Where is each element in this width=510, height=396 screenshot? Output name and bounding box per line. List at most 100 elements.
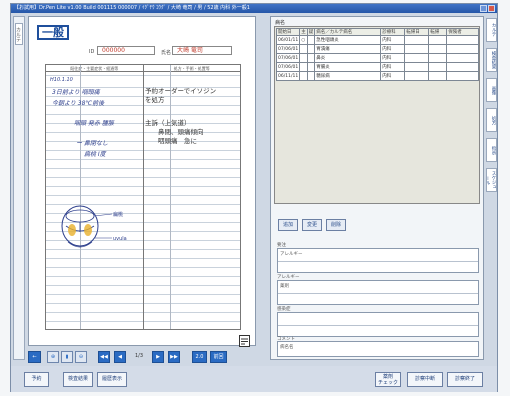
cell [299, 62, 308, 72]
tab-images[interactable]: 画像 [486, 78, 497, 102]
right-column-header: 処方・手術・処置等 [142, 65, 241, 71]
window-title: 【お試用】Dr.Pen Lite v1.00 Build 001115 0000… [14, 5, 250, 11]
patient-id-label: ID [89, 49, 95, 55]
cell: 内科 [380, 44, 406, 54]
cell: 急性咽頭炎 [314, 35, 382, 45]
chart-nav-toolbar: ← ⊕ ▮ ⊖ ◀◀ ◀ 1/3 ▶ ▶▶ 2.0 前回 [28, 351, 256, 363]
column-header: 病名／カルテ病名 [314, 28, 382, 36]
close-icon[interactable] [488, 5, 495, 12]
cell: 07/06/01 [275, 44, 301, 54]
cell [306, 53, 316, 63]
diagnosis-buttons: 追加 変更 削除 [278, 219, 346, 231]
cell [446, 44, 479, 54]
typed-line: を処方 [145, 96, 165, 104]
cell [306, 44, 316, 54]
column-header: 主 [299, 28, 308, 36]
allergy-field[interactable]: 薬剤 [277, 280, 479, 305]
cell [404, 35, 430, 45]
field-sublabel: 薬剤 [280, 284, 289, 289]
tab-prescription[interactable]: 処方 [486, 108, 497, 132]
diagnosis-list[interactable]: 開始日 主 疑 病名／カルテ病名 診療科 転帰日 転帰 保険者 06/01/11… [274, 26, 480, 204]
table-row[interactable]: 07/06/01 鼻炎 内科 [275, 53, 479, 63]
patient-name-field: 大崎 竜司 [172, 46, 232, 55]
zoom-level-button[interactable]: 2.0 [192, 351, 207, 363]
minimize-icon[interactable] [480, 5, 487, 12]
prev-page-button[interactable]: ◀ [114, 351, 126, 363]
cell [306, 71, 316, 81]
cell: 07/06/01 [275, 53, 301, 63]
zoom-out-icon[interactable]: ⊖ [75, 351, 87, 363]
cell [446, 35, 479, 45]
tab-lab-results[interactable]: 検査結果 [486, 48, 497, 72]
document-icon[interactable] [239, 335, 250, 347]
first-page-button[interactable]: ◀◀ [98, 351, 110, 363]
last-page-button[interactable]: ▶▶ [168, 351, 180, 363]
pause-exam-button[interactable]: 診察中断 [407, 372, 443, 387]
left-tab-strip: カルテ [13, 16, 25, 360]
column-divider [170, 65, 171, 329]
history-button[interactable]: 履歴表示 [97, 372, 127, 387]
cell [299, 44, 308, 54]
cell [428, 44, 448, 54]
table-row[interactable]: 07/06/01 胃潰瘍 内科 [275, 44, 479, 54]
cell [404, 62, 430, 72]
comment-field[interactable]: 病名名 [277, 341, 479, 357]
add-diagnosis-button[interactable]: 追加 [278, 219, 298, 231]
bottom-button-bar: 予約 検査結果 履歴表示 薬剤 チェック 診察中断 診察終了 [11, 366, 497, 392]
left-tab-karte[interactable]: カルテ [15, 23, 23, 45]
edit-diagnosis-button[interactable]: 変更 [302, 219, 322, 231]
handwriting-line: ー 鼻閉なし [76, 140, 108, 147]
cell: 内科 [380, 62, 406, 72]
cell [299, 71, 308, 81]
delete-diagnosis-button[interactable]: 削除 [326, 219, 346, 231]
drug-check-button[interactable]: 薬剤 チェック [375, 372, 401, 387]
cell [446, 62, 479, 72]
page-icon[interactable]: ▮ [61, 351, 73, 363]
appointment-button[interactable]: 予約 [24, 372, 49, 387]
cell: 胃腸炎 [314, 62, 382, 72]
end-exam-button[interactable]: 診察終了 [447, 372, 483, 387]
cell [306, 35, 316, 45]
cell [404, 44, 430, 54]
back-button[interactable]: ← [28, 351, 41, 363]
handwriting-line: H10.1.10 [50, 77, 73, 83]
diagnosis-label: 病名 [275, 20, 286, 26]
tab-orders[interactable]: 指示 [486, 138, 497, 162]
cell [404, 53, 430, 63]
handwriting-line: 扁桃 Ⅰ度 [84, 151, 106, 158]
lab-results-button[interactable]: 検査結果 [63, 372, 93, 387]
notes-field[interactable]: アレルギー [277, 248, 479, 273]
cell: 07/06/01 [275, 62, 301, 72]
cell: 内科 [380, 35, 406, 45]
chart-paper[interactable]: 一般 ID 000000 氏名 大崎 竜司 既往症・主要症状・経過等 処方・手術… [28, 16, 256, 347]
cell [404, 71, 430, 81]
column-header: 開始日 [275, 28, 301, 36]
handwriting-line: 咽頭 発赤 腫脹 [74, 120, 114, 127]
table-row[interactable]: 06/11/11 糖尿病 内科 [275, 71, 479, 81]
next-page-button[interactable]: ▶ [152, 351, 164, 363]
cell: 胃潰瘍 [314, 44, 382, 54]
sketch-label: uvula [113, 236, 127, 242]
cell [428, 53, 448, 63]
tab-karte[interactable]: カルテ [486, 18, 497, 42]
diagnosis-table[interactable]: 開始日 主 疑 病名／カルテ病名 診療科 転帰日 転帰 保険者 06/01/11… [275, 28, 479, 81]
table-row[interactable]: 06/01/11 ○ 急性咽頭炎 内科 [275, 35, 479, 45]
tab-schedule[interactable]: スケジュール [486, 168, 497, 192]
cell [446, 71, 479, 81]
zoom-in-icon[interactable]: ⊕ [47, 351, 59, 363]
patient-id-field: 000000 [97, 46, 155, 55]
cell [446, 53, 479, 63]
infection-field[interactable] [277, 312, 479, 337]
app-window: 【お試用】Dr.Pen Lite v1.00 Build 001115 0000… [10, 3, 498, 392]
column-header: 転帰日 [404, 28, 430, 36]
right-tab-strip: カルテ 検査結果 画像 処方 指示 スケジュール [486, 18, 497, 198]
field-sublabel: アレルギー [280, 252, 303, 257]
table-header-row: 開始日 主 疑 病名／カルテ病名 診療科 転帰日 転帰 保険者 [275, 28, 479, 36]
previous-visit-button[interactable]: 前回 [210, 351, 227, 363]
table-row[interactable]: 07/06/01 胃腸炎 内科 [275, 62, 479, 72]
chart-table[interactable]: 既往症・主要症状・経過等 処方・手術・処置等 H10.1.10 3日前より 咽頭… [45, 64, 241, 330]
column-header: 転帰 [428, 28, 448, 36]
cell: ○ [299, 35, 308, 45]
cell [306, 62, 316, 72]
cell: 糖尿病 [314, 71, 382, 81]
